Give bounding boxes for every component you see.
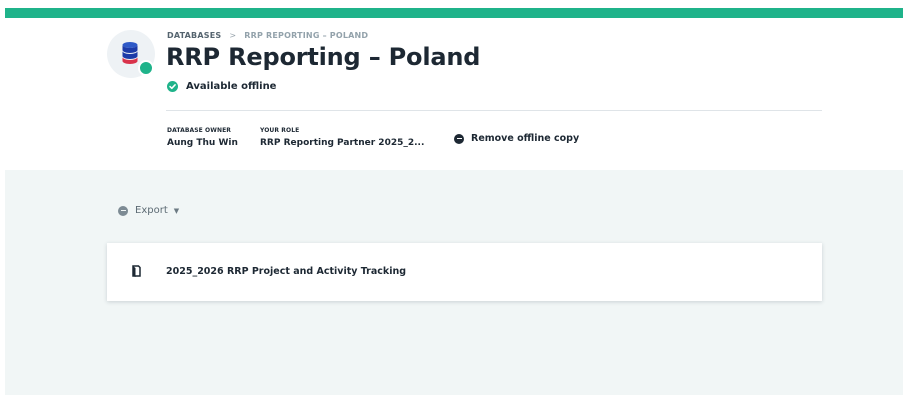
document-icon xyxy=(132,265,141,277)
export-button[interactable]: Export ▼ xyxy=(118,205,179,216)
breadcrumb-separator: > xyxy=(229,31,237,40)
remove-offline-copy-label: Remove offline copy xyxy=(471,133,580,144)
breadcrumb-databases[interactable]: DATABASES xyxy=(167,31,221,40)
list-item[interactable]: 2025_2026 RRP Project and Activity Track… xyxy=(107,243,822,301)
minus-circle-icon xyxy=(454,133,464,144)
role-value: RRP Reporting Partner 2025_2... xyxy=(260,138,425,148)
role-label: YOUR ROLE xyxy=(260,127,300,134)
database-icon xyxy=(107,30,155,78)
caret-down-icon: ▼ xyxy=(173,206,180,215)
offline-status: Available offline xyxy=(167,81,276,92)
remove-offline-copy-button[interactable]: Remove offline copy xyxy=(454,133,579,144)
breadcrumb: DATABASES > RRP REPORTING – POLAND xyxy=(167,31,368,40)
offline-status-label: Available offline xyxy=(186,81,277,92)
owner-label: DATABASE OWNER xyxy=(167,127,232,134)
online-dot-icon xyxy=(138,60,154,76)
header-divider xyxy=(166,110,822,111)
check-circle-icon xyxy=(167,81,178,92)
owner-value: Aung Thu Win xyxy=(167,138,238,148)
top-accent-bar xyxy=(5,8,903,18)
page-title: RRP Reporting – Poland xyxy=(166,43,481,71)
export-label: Export xyxy=(135,205,168,216)
export-icon xyxy=(118,205,128,216)
list-item-label: 2025_2026 RRP Project and Activity Track… xyxy=(166,266,407,277)
breadcrumb-current: RRP REPORTING – POLAND xyxy=(244,31,369,40)
